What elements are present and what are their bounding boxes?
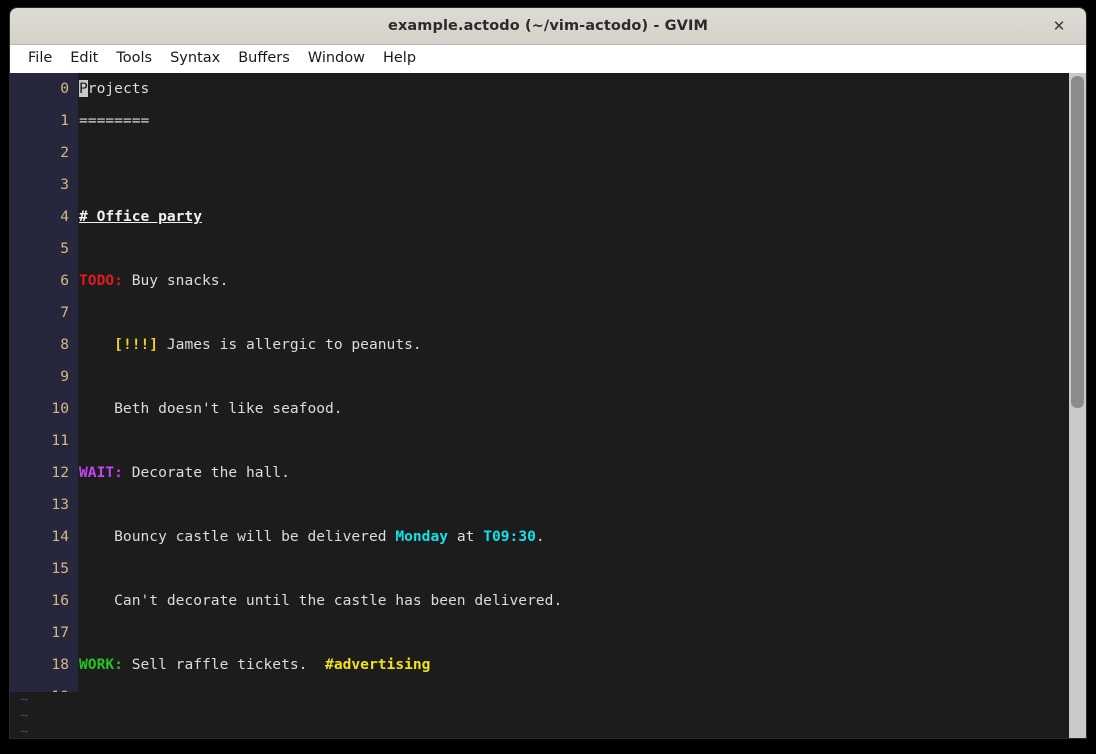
code-line: 14 Bouncy castle will be delivered Monda… — [10, 521, 1069, 553]
text-buffer[interactable]: 0 Projects 1 ======== 2 3 4 # Office party 5 6 TOD… — [10, 73, 1069, 738]
menu-item-syntax[interactable]: Syntax — [161, 48, 229, 69]
code-line: 17 — [10, 617, 1069, 649]
filler-tilde: ~ — [20, 723, 29, 739]
line-number: 2 — [10, 137, 78, 169]
text-token: Bouncy castle will be delivered — [79, 528, 396, 545]
editor-area: 0 Projects 1 ======== 2 3 4 # Office party 5 6 TOD… — [10, 73, 1086, 738]
line-number: 15 — [10, 553, 78, 585]
filler-tilde: ~ — [20, 691, 29, 708]
menu-item-buffers[interactable]: Buffers — [229, 48, 299, 69]
text-token: ======== — [79, 112, 150, 129]
filler-tilde: ~ — [20, 707, 29, 724]
line-content — [78, 137, 1069, 169]
line-content: Bouncy castle will be delivered Monday a… — [78, 521, 1069, 553]
text-token: Decorate the hall. — [122, 464, 290, 481]
line-content: Can't decorate until the castle has been… — [78, 585, 1069, 617]
line-content — [78, 169, 1069, 201]
line-number: 4 — [10, 201, 78, 233]
line-number: 1 — [10, 105, 78, 137]
line-number: 8 — [10, 329, 78, 361]
text-token: Beth doesn't like seafood. — [79, 400, 343, 417]
vertical-scrollbar[interactable] — [1069, 73, 1086, 738]
cursor-token: P — [79, 80, 88, 97]
code-line: 2 — [10, 137, 1069, 169]
code-line: 4 # Office party — [10, 201, 1069, 233]
text-token: Buy snacks. — [122, 272, 229, 289]
line-number: 13 — [10, 489, 78, 521]
code-line: 0 Projects — [10, 73, 1069, 105]
code-line: 13 — [10, 489, 1069, 521]
code-line: 11 — [10, 425, 1069, 457]
scrollbar-thumb[interactable] — [1071, 76, 1084, 408]
datev-token: T09:30 — [483, 528, 536, 545]
line-content: ======== — [78, 105, 1069, 137]
line-content — [78, 425, 1069, 457]
prio-token: [!!!] — [114, 336, 159, 353]
title-bar: example.actodo (~/vim-actodo) - GVIM ✕ — [10, 8, 1086, 45]
window-title: example.actodo (~/vim-actodo) - GVIM — [388, 18, 708, 34]
text-token: James is allergic to peanuts. — [158, 336, 422, 353]
menu-item-tools[interactable]: Tools — [107, 48, 161, 69]
code-line: 16 Can't decorate until the castle has b… — [10, 585, 1069, 617]
menu-item-edit[interactable]: Edit — [61, 48, 107, 69]
line-content — [78, 489, 1069, 521]
menu-item-window[interactable]: Window — [299, 48, 374, 69]
menu-item-help[interactable]: Help — [374, 48, 425, 69]
code-line: 1 ======== — [10, 105, 1069, 137]
line-number: 9 — [10, 361, 78, 393]
line-number: 16 — [10, 585, 78, 617]
line-content — [78, 297, 1069, 329]
code-line: 3 — [10, 169, 1069, 201]
code-lines: 0 Projects 1 ======== 2 3 4 # Office party 5 6 TOD… — [10, 73, 1069, 738]
text-token: . — [535, 528, 545, 545]
kw-todo-token: TODO: — [79, 272, 123, 289]
text-token: Can't decorate until the castle has been… — [79, 592, 563, 609]
code-line: 12 WAIT: Decorate the hall. — [10, 457, 1069, 489]
kw-wait-token: WAIT: — [79, 464, 123, 481]
line-number: 5 — [10, 233, 78, 265]
gvim-window: example.actodo (~/vim-actodo) - GVIM ✕ F… — [10, 8, 1086, 738]
text-token: at — [448, 528, 484, 545]
code-line: 7 — [10, 297, 1069, 329]
line-content: WORK: Sell raffle tickets. #advertising — [78, 649, 1069, 681]
line-number: 3 — [10, 169, 78, 201]
code-line: 6 TODO: Buy snacks. — [10, 265, 1069, 297]
close-icon[interactable]: ✕ — [1042, 8, 1076, 44]
datev-token: Monday — [395, 528, 449, 545]
line-number: 10 — [10, 393, 78, 425]
line-number: 18 — [10, 649, 78, 681]
code-line: 10 Beth doesn't like seafood. — [10, 393, 1069, 425]
menu-bar: File Edit Tools Syntax Buffers Window Help — [10, 45, 1086, 73]
line-number: 17 — [10, 617, 78, 649]
line-content: TODO: Buy snacks. — [78, 265, 1069, 297]
menu-item-file[interactable]: File — [19, 48, 61, 69]
code-line: 15 — [10, 553, 1069, 585]
line-content — [78, 553, 1069, 585]
line-number: 0 — [10, 73, 78, 105]
tag-token: #advertising — [325, 656, 431, 673]
code-line: 8 [!!!] James is allergic to peanuts. — [10, 329, 1069, 361]
code-line: 9 — [10, 361, 1069, 393]
line-content: Beth doesn't like seafood. — [78, 393, 1069, 425]
line-number: 7 — [10, 297, 78, 329]
line-content — [78, 233, 1069, 265]
line-content: [!!!] James is allergic to peanuts. — [78, 329, 1069, 361]
line-number: 6 — [10, 265, 78, 297]
line-content — [78, 617, 1069, 649]
text-token: rojects — [87, 80, 150, 97]
text-token: Sell raffle tickets. — [122, 656, 326, 673]
line-content: # Office party — [78, 201, 1069, 233]
line-number: 12 — [10, 457, 78, 489]
line-content — [78, 361, 1069, 393]
line-number: 11 — [10, 425, 78, 457]
line-number: 14 — [10, 521, 78, 553]
line-content: Projects — [78, 73, 1069, 105]
code-line: 5 — [10, 233, 1069, 265]
heading-token: # Office party — [79, 208, 203, 225]
line-content: WAIT: Decorate the hall. — [78, 457, 1069, 489]
kw-work-token: WORK: — [79, 656, 123, 673]
buffer-filler-rows: ~ ~ ~ — [10, 692, 1069, 738]
code-line: 18 WORK: Sell raffle tickets. #advertisin… — [10, 649, 1069, 681]
